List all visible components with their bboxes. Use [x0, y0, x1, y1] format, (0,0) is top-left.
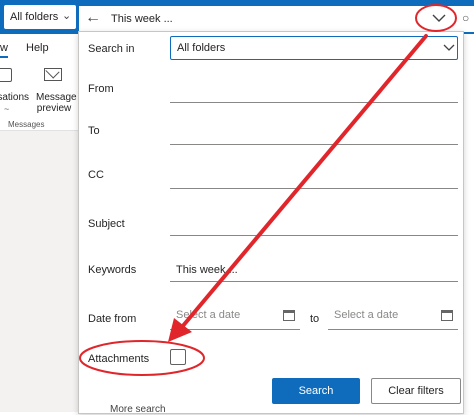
chevron-down-icon: [432, 14, 446, 22]
search-options-toggle[interactable]: [428, 8, 452, 30]
attachments-checkbox[interactable]: [170, 349, 186, 365]
top-bar: All folders ⌄ ← This week ... ○: [0, 0, 474, 34]
search-in-label: Search in: [88, 43, 135, 55]
cc-input[interactable]: [170, 188, 458, 189]
tab-view[interactable]: w: [0, 42, 8, 54]
advanced-search-panel: Search in All folders From To CC Subject…: [78, 31, 464, 414]
folder-scope-label: All folders: [10, 11, 59, 23]
chevron-down-icon: [443, 44, 455, 51]
attachments-label: Attachments: [88, 353, 150, 365]
from-label: From: [88, 83, 114, 95]
search-in-dropdown[interactable]: All folders: [170, 36, 458, 60]
date-from-input[interactable]: [170, 329, 300, 330]
back-arrow-icon[interactable]: ←: [85, 9, 101, 27]
search-box[interactable]: ← This week ... ○: [78, 5, 474, 32]
keywords-input[interactable]: [170, 281, 458, 282]
conversations-dropdown-indicator[interactable]: ~: [4, 104, 9, 114]
date-to-input[interactable]: [328, 329, 458, 330]
date-to-placeholder[interactable]: Select a date: [334, 309, 398, 321]
to-input[interactable]: [170, 144, 458, 145]
background-partial-text: More search: [110, 404, 166, 415]
keywords-value[interactable]: This week ...: [176, 264, 238, 276]
keywords-label: Keywords: [88, 264, 137, 276]
to-label: To: [88, 125, 100, 137]
search-query-text[interactable]: This week ...: [111, 13, 173, 25]
date-to-word: to: [310, 313, 320, 325]
conversations-button-label[interactable]: rsations: [0, 92, 29, 103]
conversations-icon[interactable]: [0, 68, 12, 82]
clear-filters-button[interactable]: Clear filters: [371, 378, 461, 404]
ribbon-group-label: Messages: [8, 120, 45, 129]
search-button[interactable]: Search: [272, 378, 360, 404]
search-icon[interactable]: ○: [462, 11, 469, 25]
tab-help[interactable]: Help: [26, 42, 49, 54]
folder-pane: [0, 131, 78, 412]
subject-input[interactable]: [170, 235, 458, 236]
message-preview-icon[interactable]: [44, 68, 62, 81]
subject-label: Subject: [88, 218, 125, 230]
ribbon-tabs: w Help: [0, 34, 78, 60]
date-from-label: Date from: [88, 313, 137, 325]
calendar-icon[interactable]: [441, 310, 453, 321]
calendar-icon[interactable]: [283, 310, 295, 321]
from-input[interactable]: [170, 102, 458, 103]
search-in-value: All folders: [177, 42, 226, 54]
chevron-down-icon: ⌄: [62, 10, 72, 22]
active-tab-underline: [0, 56, 8, 58]
cc-label: CC: [88, 169, 104, 181]
folder-scope-dropdown[interactable]: All folders ⌄: [4, 5, 76, 29]
date-from-placeholder[interactable]: Select a date: [176, 309, 240, 321]
ribbon: rsations ~ Message preview Messages: [0, 60, 78, 131]
message-preview-button-label[interactable]: Message preview: [36, 92, 77, 114]
